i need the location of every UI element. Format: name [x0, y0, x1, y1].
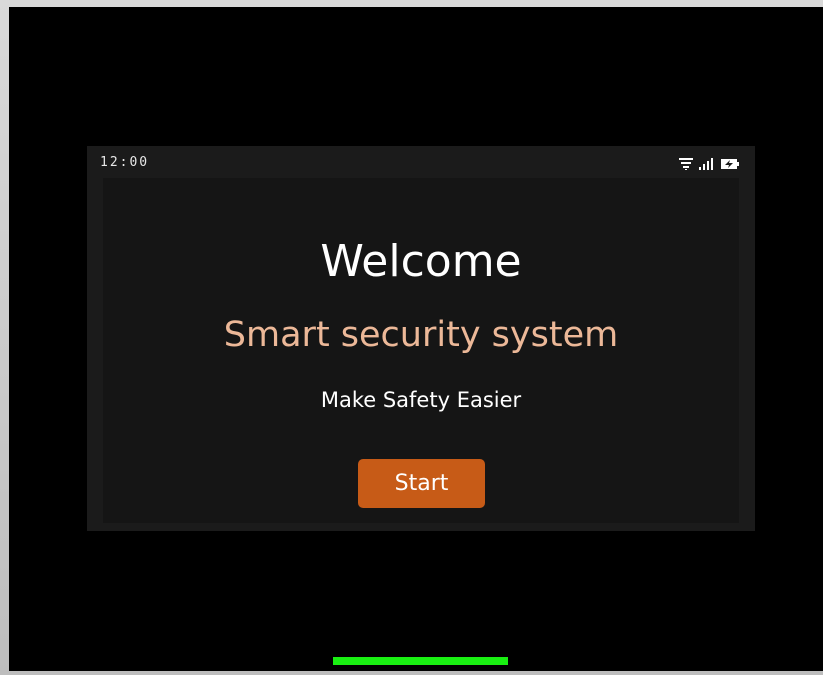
welcome-title: Welcome — [320, 236, 522, 287]
tagline: Make Safety Easier — [320, 388, 522, 412]
start-button[interactable]: Start — [358, 459, 485, 508]
signal-icon — [699, 158, 715, 170]
status-icons — [679, 156, 739, 170]
home-indicator[interactable] — [333, 657, 508, 665]
wifi-icon — [679, 158, 693, 170]
status-bar: 12:00 — [87, 146, 755, 178]
battery-charging-icon — [721, 158, 739, 170]
welcome-panel: Welcome Smart security system Make Safet… — [103, 178, 739, 523]
device-frame: 12:00 Welcome Smart security system Make… — [0, 0, 823, 675]
status-time: 12:00 — [100, 155, 150, 170]
product-name: Smart security system — [223, 315, 619, 355]
device-bezel: 12:00 Welcome Smart security system Make… — [9, 7, 823, 671]
app-screen: 12:00 Welcome Smart security system Make… — [87, 146, 755, 531]
